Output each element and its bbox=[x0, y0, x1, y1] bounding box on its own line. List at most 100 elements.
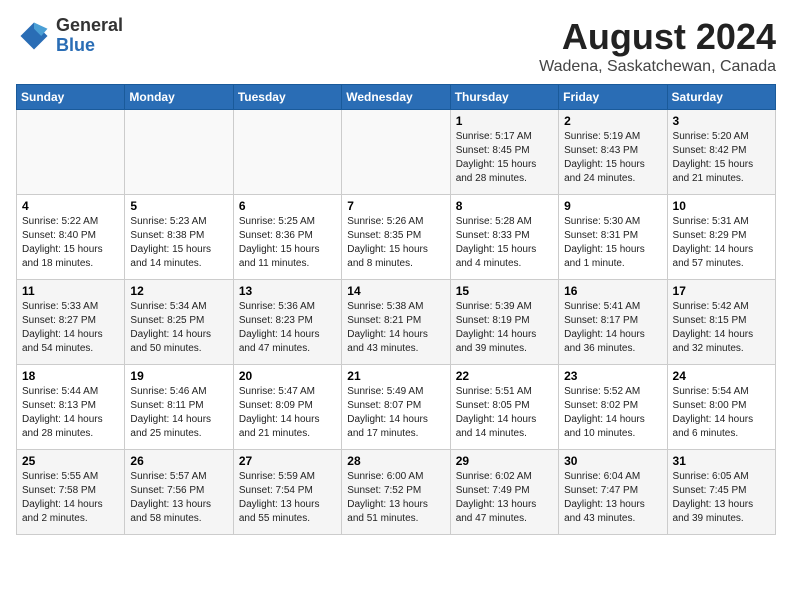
weekday-header-saturday: Saturday bbox=[667, 85, 775, 110]
day-number: 24 bbox=[673, 369, 770, 383]
day-number: 21 bbox=[347, 369, 444, 383]
weekday-header-thursday: Thursday bbox=[450, 85, 558, 110]
day-number: 2 bbox=[564, 114, 661, 128]
week-row-3: 11 Sunrise: 5:33 AMSunset: 8:27 PMDaylig… bbox=[17, 280, 776, 365]
day-info: Sunrise: 5:41 AMSunset: 8:17 PMDaylight:… bbox=[564, 300, 661, 356]
logo-blue-text: Blue bbox=[56, 36, 123, 56]
day-info: Sunrise: 5:33 AMSunset: 8:27 PMDaylight:… bbox=[22, 300, 119, 356]
day-info: Sunrise: 5:49 AMSunset: 8:07 PMDaylight:… bbox=[347, 385, 444, 441]
day-info: Sunrise: 5:28 AMSunset: 8:33 PMDaylight:… bbox=[456, 215, 553, 271]
location-subtitle: Wadena, Saskatchewan, Canada bbox=[539, 58, 776, 76]
calendar-cell: 13 Sunrise: 5:36 AMSunset: 8:23 PMDaylig… bbox=[233, 280, 341, 365]
logo-general-text: General bbox=[56, 16, 123, 36]
calendar-cell: 17 Sunrise: 5:42 AMSunset: 8:15 PMDaylig… bbox=[667, 280, 775, 365]
calendar-cell bbox=[125, 110, 233, 195]
calendar-cell: 22 Sunrise: 5:51 AMSunset: 8:05 PMDaylig… bbox=[450, 365, 558, 450]
calendar-cell: 10 Sunrise: 5:31 AMSunset: 8:29 PMDaylig… bbox=[667, 195, 775, 280]
day-number: 3 bbox=[673, 114, 770, 128]
week-row-1: 1 Sunrise: 5:17 AMSunset: 8:45 PMDayligh… bbox=[17, 110, 776, 195]
calendar-cell: 26 Sunrise: 5:57 AMSunset: 7:56 PMDaylig… bbox=[125, 450, 233, 535]
day-info: Sunrise: 5:55 AMSunset: 7:58 PMDaylight:… bbox=[22, 470, 119, 526]
week-row-5: 25 Sunrise: 5:55 AMSunset: 7:58 PMDaylig… bbox=[17, 450, 776, 535]
calendar-cell: 1 Sunrise: 5:17 AMSunset: 8:45 PMDayligh… bbox=[450, 110, 558, 195]
day-info: Sunrise: 5:59 AMSunset: 7:54 PMDaylight:… bbox=[239, 470, 336, 526]
day-number: 9 bbox=[564, 199, 661, 213]
weekday-header-wednesday: Wednesday bbox=[342, 85, 450, 110]
day-number: 26 bbox=[130, 454, 227, 468]
calendar-cell: 9 Sunrise: 5:30 AMSunset: 8:31 PMDayligh… bbox=[559, 195, 667, 280]
calendar-cell: 18 Sunrise: 5:44 AMSunset: 8:13 PMDaylig… bbox=[17, 365, 125, 450]
day-number: 15 bbox=[456, 284, 553, 298]
calendar-cell: 25 Sunrise: 5:55 AMSunset: 7:58 PMDaylig… bbox=[17, 450, 125, 535]
weekday-header-friday: Friday bbox=[559, 85, 667, 110]
calendar-cell: 11 Sunrise: 5:33 AMSunset: 8:27 PMDaylig… bbox=[17, 280, 125, 365]
day-info: Sunrise: 5:34 AMSunset: 8:25 PMDaylight:… bbox=[130, 300, 227, 356]
day-number: 18 bbox=[22, 369, 119, 383]
day-number: 1 bbox=[456, 114, 553, 128]
day-number: 23 bbox=[564, 369, 661, 383]
calendar-cell bbox=[342, 110, 450, 195]
day-info: Sunrise: 5:22 AMSunset: 8:40 PMDaylight:… bbox=[22, 215, 119, 271]
day-info: Sunrise: 5:42 AMSunset: 8:15 PMDaylight:… bbox=[673, 300, 770, 356]
day-info: Sunrise: 5:26 AMSunset: 8:35 PMDaylight:… bbox=[347, 215, 444, 271]
day-info: Sunrise: 5:36 AMSunset: 8:23 PMDaylight:… bbox=[239, 300, 336, 356]
day-number: 8 bbox=[456, 199, 553, 213]
day-info: Sunrise: 5:17 AMSunset: 8:45 PMDaylight:… bbox=[456, 130, 553, 186]
calendar-cell bbox=[233, 110, 341, 195]
calendar-cell: 16 Sunrise: 5:41 AMSunset: 8:17 PMDaylig… bbox=[559, 280, 667, 365]
day-info: Sunrise: 5:47 AMSunset: 8:09 PMDaylight:… bbox=[239, 385, 336, 441]
calendar-cell: 28 Sunrise: 6:00 AMSunset: 7:52 PMDaylig… bbox=[342, 450, 450, 535]
day-info: Sunrise: 5:20 AMSunset: 8:42 PMDaylight:… bbox=[673, 130, 770, 186]
day-number: 20 bbox=[239, 369, 336, 383]
title-block: August 2024 Wadena, Saskatchewan, Canada bbox=[539, 16, 776, 76]
calendar-cell: 14 Sunrise: 5:38 AMSunset: 8:21 PMDaylig… bbox=[342, 280, 450, 365]
day-number: 16 bbox=[564, 284, 661, 298]
day-info: Sunrise: 6:00 AMSunset: 7:52 PMDaylight:… bbox=[347, 470, 444, 526]
calendar-cell: 15 Sunrise: 5:39 AMSunset: 8:19 PMDaylig… bbox=[450, 280, 558, 365]
calendar-cell: 6 Sunrise: 5:25 AMSunset: 8:36 PMDayligh… bbox=[233, 195, 341, 280]
calendar-cell: 7 Sunrise: 5:26 AMSunset: 8:35 PMDayligh… bbox=[342, 195, 450, 280]
day-info: Sunrise: 6:04 AMSunset: 7:47 PMDaylight:… bbox=[564, 470, 661, 526]
calendar-cell: 24 Sunrise: 5:54 AMSunset: 8:00 PMDaylig… bbox=[667, 365, 775, 450]
day-info: Sunrise: 6:02 AMSunset: 7:49 PMDaylight:… bbox=[456, 470, 553, 526]
day-info: Sunrise: 5:52 AMSunset: 8:02 PMDaylight:… bbox=[564, 385, 661, 441]
day-info: Sunrise: 5:19 AMSunset: 8:43 PMDaylight:… bbox=[564, 130, 661, 186]
weekday-header-monday: Monday bbox=[125, 85, 233, 110]
weekday-header-row: SundayMondayTuesdayWednesdayThursdayFrid… bbox=[17, 85, 776, 110]
day-number: 19 bbox=[130, 369, 227, 383]
calendar-cell: 31 Sunrise: 6:05 AMSunset: 7:45 PMDaylig… bbox=[667, 450, 775, 535]
calendar-cell: 5 Sunrise: 5:23 AMSunset: 8:38 PMDayligh… bbox=[125, 195, 233, 280]
day-number: 10 bbox=[673, 199, 770, 213]
day-info: Sunrise: 6:05 AMSunset: 7:45 PMDaylight:… bbox=[673, 470, 770, 526]
calendar-cell: 4 Sunrise: 5:22 AMSunset: 8:40 PMDayligh… bbox=[17, 195, 125, 280]
day-number: 14 bbox=[347, 284, 444, 298]
day-number: 22 bbox=[456, 369, 553, 383]
day-info: Sunrise: 5:25 AMSunset: 8:36 PMDaylight:… bbox=[239, 215, 336, 271]
day-info: Sunrise: 5:46 AMSunset: 8:11 PMDaylight:… bbox=[130, 385, 227, 441]
calendar-cell: 20 Sunrise: 5:47 AMSunset: 8:09 PMDaylig… bbox=[233, 365, 341, 450]
day-number: 25 bbox=[22, 454, 119, 468]
day-number: 6 bbox=[239, 199, 336, 213]
calendar-cell: 3 Sunrise: 5:20 AMSunset: 8:42 PMDayligh… bbox=[667, 110, 775, 195]
day-number: 5 bbox=[130, 199, 227, 213]
logo-icon bbox=[16, 18, 52, 54]
calendar-cell: 2 Sunrise: 5:19 AMSunset: 8:43 PMDayligh… bbox=[559, 110, 667, 195]
day-info: Sunrise: 5:39 AMSunset: 8:19 PMDaylight:… bbox=[456, 300, 553, 356]
day-number: 4 bbox=[22, 199, 119, 213]
day-number: 31 bbox=[673, 454, 770, 468]
page-header: General Blue August 2024 Wadena, Saskatc… bbox=[16, 16, 776, 76]
calendar-cell: 19 Sunrise: 5:46 AMSunset: 8:11 PMDaylig… bbox=[125, 365, 233, 450]
day-info: Sunrise: 5:30 AMSunset: 8:31 PMDaylight:… bbox=[564, 215, 661, 271]
day-number: 13 bbox=[239, 284, 336, 298]
day-info: Sunrise: 5:51 AMSunset: 8:05 PMDaylight:… bbox=[456, 385, 553, 441]
calendar-cell: 12 Sunrise: 5:34 AMSunset: 8:25 PMDaylig… bbox=[125, 280, 233, 365]
day-number: 29 bbox=[456, 454, 553, 468]
calendar-cell: 30 Sunrise: 6:04 AMSunset: 7:47 PMDaylig… bbox=[559, 450, 667, 535]
calendar-cell bbox=[17, 110, 125, 195]
calendar-cell: 23 Sunrise: 5:52 AMSunset: 8:02 PMDaylig… bbox=[559, 365, 667, 450]
day-info: Sunrise: 5:38 AMSunset: 8:21 PMDaylight:… bbox=[347, 300, 444, 356]
calendar-cell: 21 Sunrise: 5:49 AMSunset: 8:07 PMDaylig… bbox=[342, 365, 450, 450]
day-number: 27 bbox=[239, 454, 336, 468]
logo: General Blue bbox=[16, 16, 123, 56]
calendar-cell: 8 Sunrise: 5:28 AMSunset: 8:33 PMDayligh… bbox=[450, 195, 558, 280]
